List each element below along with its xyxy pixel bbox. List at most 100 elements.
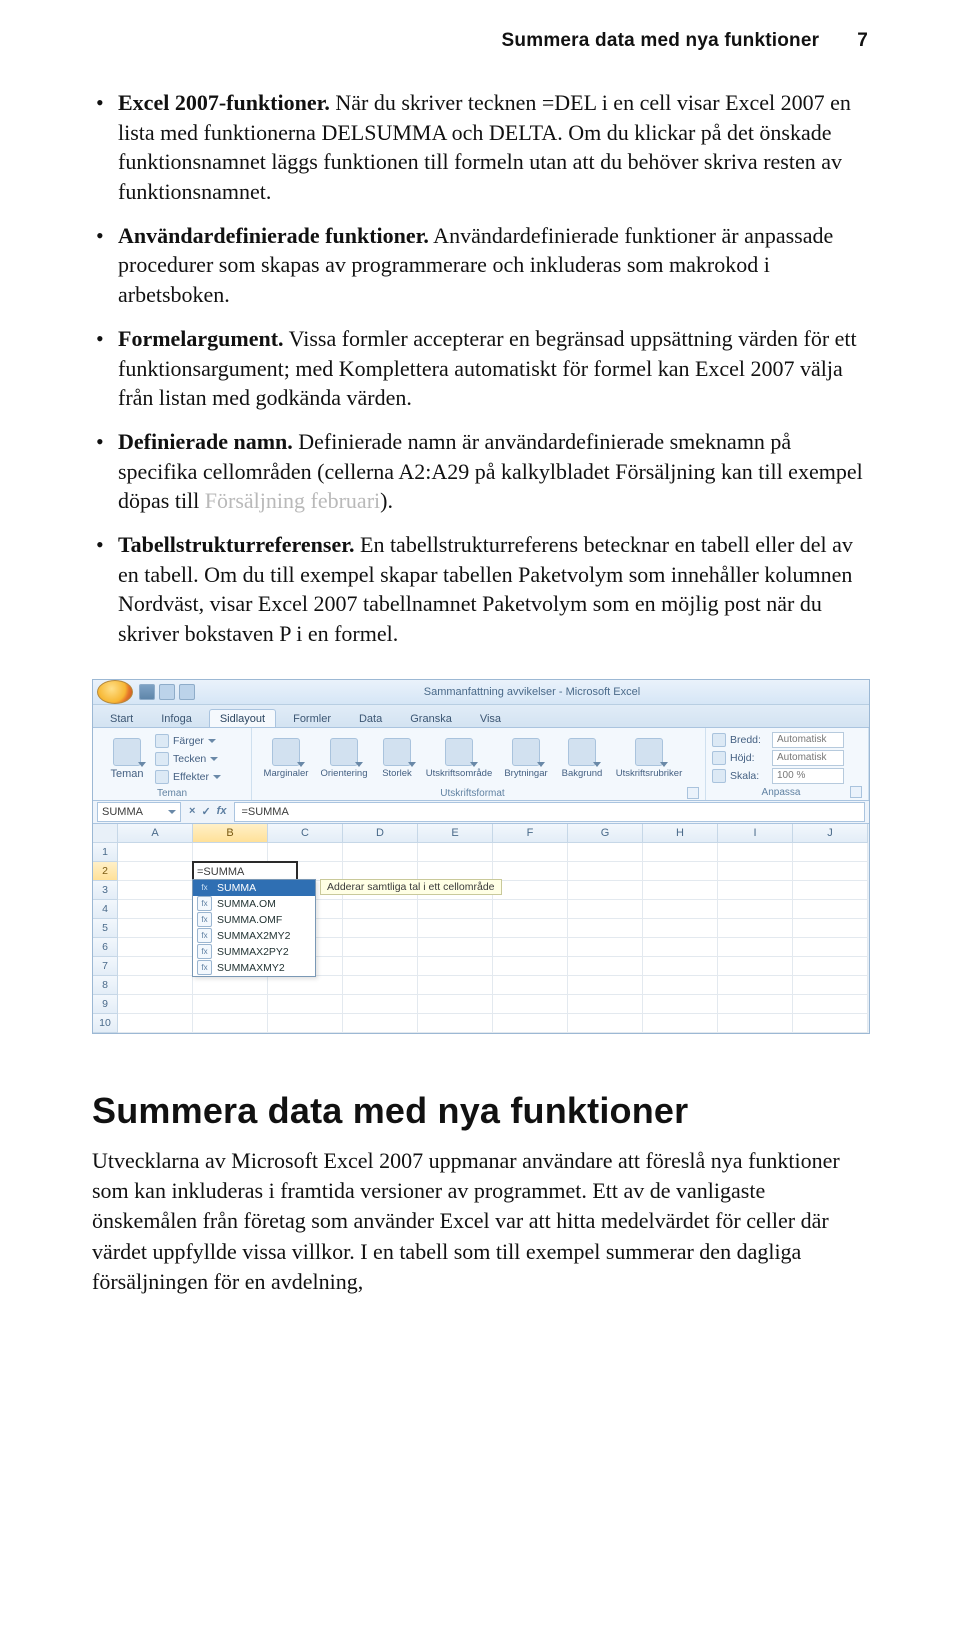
ribbon-group-anpassa: Bredd:Automatisk Höjd:Automatisk Skala:1…: [706, 728, 869, 800]
autocomplete-item[interactable]: fxSUMMAXMY2: [193, 960, 315, 976]
bullet-lead: Definierade namn.: [118, 429, 293, 454]
enter-icon[interactable]: ✓: [201, 805, 210, 818]
column-header[interactable]: H: [643, 824, 718, 843]
scale-icon: [712, 769, 726, 783]
tecken-button[interactable]: Tecken: [155, 751, 221, 767]
list-item: Excel 2007-funktioner. När du skriver te…: [92, 88, 868, 207]
orientering-button[interactable]: Orientering: [316, 732, 372, 786]
column-header[interactable]: C: [268, 824, 343, 843]
tab-start[interactable]: Start: [99, 709, 144, 727]
hojd-select[interactable]: Automatisk: [772, 750, 844, 766]
function-icon: fx: [197, 928, 212, 943]
column-header[interactable]: J: [793, 824, 868, 843]
section-heading: Summera data med nya funktioner: [92, 1090, 868, 1132]
autocomplete-item[interactable]: fxSUMMA.OMF: [193, 912, 315, 928]
row-header[interactable]: 2: [93, 862, 118, 881]
list-item: Användardefinierade funktioner. Användar…: [92, 221, 868, 310]
row-header[interactable]: 10: [93, 1014, 118, 1033]
tab-visa[interactable]: Visa: [469, 709, 512, 727]
row-header[interactable]: 6: [93, 938, 118, 957]
function-icon: fx: [197, 960, 212, 975]
running-header-title: Summera data med nya funktioner: [502, 30, 820, 52]
hojd-row: Höjd:Automatisk: [712, 750, 862, 766]
autocomplete-item[interactable]: fxSUMMA: [193, 880, 315, 896]
row-headers: 1 2 3 4 5 6 7 8 9 10: [93, 843, 118, 1033]
autocomplete-item[interactable]: fxSUMMA.OM: [193, 896, 315, 912]
tab-granska[interactable]: Granska: [399, 709, 463, 727]
width-icon: [712, 733, 726, 747]
effekter-button[interactable]: Effekter: [155, 769, 221, 785]
bullet-lead: Tabellstrukturreferenser.: [118, 532, 355, 557]
background-icon: [568, 738, 596, 766]
group-label: Utskriftsformat: [258, 786, 687, 799]
print-area-icon: [445, 738, 473, 766]
utskriftsrubriker-button[interactable]: Utskriftsrubriker: [610, 732, 688, 786]
brytningar-button[interactable]: Brytningar: [498, 732, 554, 786]
column-header[interactable]: D: [343, 824, 418, 843]
formula-input[interactable]: =SUMMA: [234, 802, 865, 822]
row-header[interactable]: 1: [93, 843, 118, 862]
select-all-corner[interactable]: [93, 824, 118, 843]
function-icon: fx: [197, 912, 212, 927]
colors-icon: [155, 734, 169, 748]
autocomplete-item[interactable]: fxSUMMAX2PY2: [193, 944, 315, 960]
marginaler-button[interactable]: Marginaler: [258, 732, 314, 786]
farger-button[interactable]: Färger: [155, 733, 221, 749]
row-header[interactable]: 8: [93, 976, 118, 995]
themes-icon: [113, 738, 141, 766]
skala-stepper[interactable]: 100 %: [772, 768, 844, 784]
row-header[interactable]: 9: [93, 995, 118, 1014]
redo-icon[interactable]: [179, 684, 195, 700]
autocomplete-item[interactable]: fxSUMMAX2MY2: [193, 928, 315, 944]
column-header[interactable]: F: [493, 824, 568, 843]
breaks-icon: [512, 738, 540, 766]
bredd-select[interactable]: Automatisk: [772, 732, 844, 748]
dialog-launcher-icon[interactable]: [687, 787, 699, 799]
bakgrund-button[interactable]: Bakgrund: [556, 732, 608, 786]
office-button[interactable]: [97, 680, 133, 704]
column-header[interactable]: E: [418, 824, 493, 843]
cancel-icon[interactable]: ×: [189, 805, 195, 818]
column-header[interactable]: G: [568, 824, 643, 843]
row-header[interactable]: 7: [93, 957, 118, 976]
tab-sidlayout[interactable]: Sidlayout: [209, 709, 276, 727]
tab-infoga[interactable]: Infoga: [150, 709, 203, 727]
bredd-row: Bredd:Automatisk: [712, 732, 862, 748]
list-item: Definierade namn. Definierade namn är an…: [92, 427, 868, 516]
column-header[interactable]: A: [118, 824, 193, 843]
utskriftsomrade-button[interactable]: Utskriftsområde: [422, 732, 496, 786]
tab-formler[interactable]: Formler: [282, 709, 342, 727]
row-header[interactable]: 4: [93, 900, 118, 919]
dialog-launcher-icon[interactable]: [850, 786, 862, 798]
teman-button[interactable]: Teman: [99, 732, 155, 786]
function-icon: fx: [197, 896, 212, 911]
column-header[interactable]: B: [193, 824, 268, 843]
list-item: Formelargument. Vissa formler accepterar…: [92, 324, 868, 413]
name-box[interactable]: SUMMA: [97, 802, 181, 822]
bullet-ghost-text: Försäljning februari: [205, 488, 380, 513]
orientation-icon: [330, 738, 358, 766]
excel-screenshot: Sammanfattning avvikelser - Microsoft Ex…: [92, 679, 870, 1034]
formula-autocomplete-list: fxSUMMA fxSUMMA.OM fxSUMMA.OMF fxSUMMAX2…: [192, 879, 316, 977]
tab-data[interactable]: Data: [348, 709, 393, 727]
cells-area[interactable]: =SUMMA fxSUMMA fxSUMMA.OM fxSUMMA.OMF fx…: [118, 843, 868, 1033]
row-header[interactable]: 3: [93, 881, 118, 900]
row-header[interactable]: 5: [93, 919, 118, 938]
save-icon[interactable]: [139, 684, 155, 700]
size-icon: [383, 738, 411, 766]
fonts-icon: [155, 752, 169, 766]
excel-titlebar: Sammanfattning avvikelser - Microsoft Ex…: [93, 680, 869, 705]
function-icon: fx: [197, 944, 212, 959]
bullet-text: ).: [380, 488, 393, 513]
storlek-button[interactable]: Storlek: [374, 732, 420, 786]
autocomplete-tooltip: Adderar samtliga tal i ett cellområde: [320, 879, 502, 895]
list-item: Tabellstrukturreferenser. En tabellstruk…: [92, 530, 868, 649]
formula-bar-icons: × ✓ fx: [181, 805, 234, 818]
page-number: 7: [857, 30, 868, 52]
teman-button-label: Teman: [110, 768, 143, 780]
fx-icon[interactable]: fx: [217, 805, 227, 818]
undo-icon[interactable]: [159, 684, 175, 700]
column-header[interactable]: I: [718, 824, 793, 843]
ribbon-tabs: Start Infoga Sidlayout Formler Data Gran…: [93, 705, 869, 728]
quick-access-toolbar: [139, 684, 195, 700]
